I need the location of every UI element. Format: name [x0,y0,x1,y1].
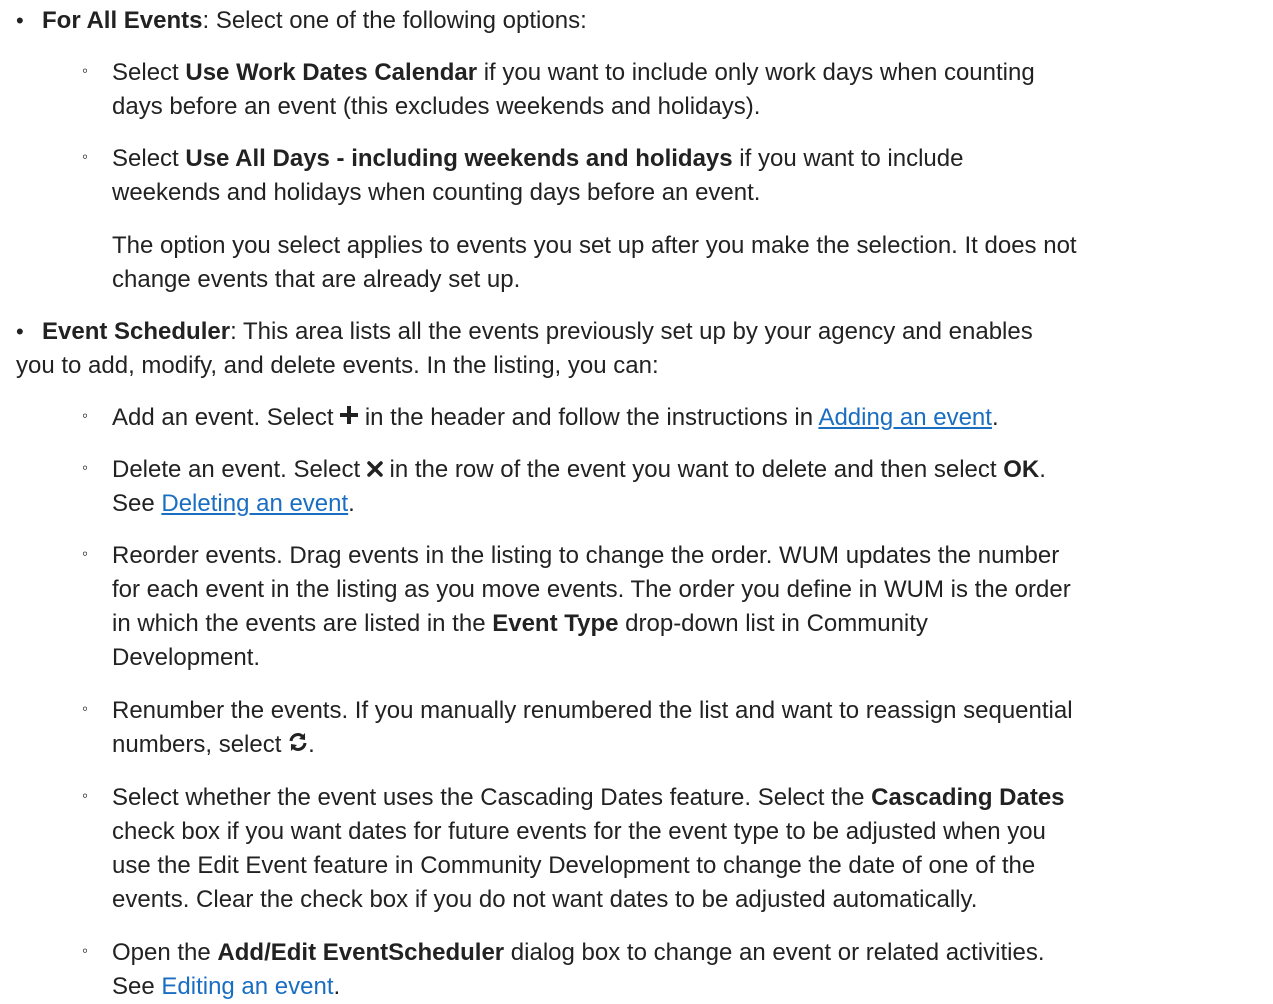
circle-bullet-icon: ◦ [82,406,89,425]
event-scheduler-label: Event Scheduler [42,318,231,345]
circle-bullet-icon: ◦ [82,147,89,166]
event-scheduler-text-line2: you to add, modify, and delete events. I… [16,352,659,379]
circle-bullet-icon: ◦ [82,699,89,718]
reorder-events-item: ◦ Reorder events. Drag events in the lis… [0,539,1273,675]
circle-bullet-icon: ◦ [82,544,89,563]
plus-icon [340,406,359,424]
renumber-events-item: ◦ Renumber the events. If you manually r… [0,694,1273,762]
for-all-events-label: For All Events [42,7,203,34]
delete-event-item: ◦ Delete an event. Select in the row of … [0,453,1273,521]
for-all-events-item: • For All Events: Select one of the foll… [0,4,1273,38]
cascading-dates-item: ◦ Select whether the event uses the Casc… [0,781,1273,917]
close-icon [367,461,383,477]
bullet-icon: • [16,8,24,33]
deleting-an-event-link[interactable]: Deleting an event [161,490,348,517]
bullet-icon: • [16,319,24,344]
option-note: The option you select applies to events … [112,232,1077,293]
circle-bullet-icon: ◦ [82,61,89,80]
circle-bullet-icon: ◦ [82,941,89,960]
event-scheduler-item: • Event Scheduler: This area lists all t… [0,315,1273,349]
option-work-dates: ◦ Select Use Work Dates Calendar if you … [0,56,1273,124]
circle-bullet-icon: ◦ [82,458,89,477]
editing-an-event-link[interactable]: Editing an event [161,973,333,1000]
add-event-item: ◦ Add an event. Select in the header and… [0,401,1273,435]
adding-an-event-link[interactable]: Adding an event [818,404,991,431]
for-all-events-text: : Select one of the following options: [202,7,587,34]
help-document: • For All Events: Select one of the foll… [0,0,1273,1002]
refresh-icon [289,733,307,751]
circle-bullet-icon: ◦ [82,786,89,805]
open-dialog-item: ◦ Open the Add/Edit EventScheduler dialo… [0,936,1273,1004]
option-all-days: ◦ Select Use All Days - including weeken… [0,142,1273,210]
